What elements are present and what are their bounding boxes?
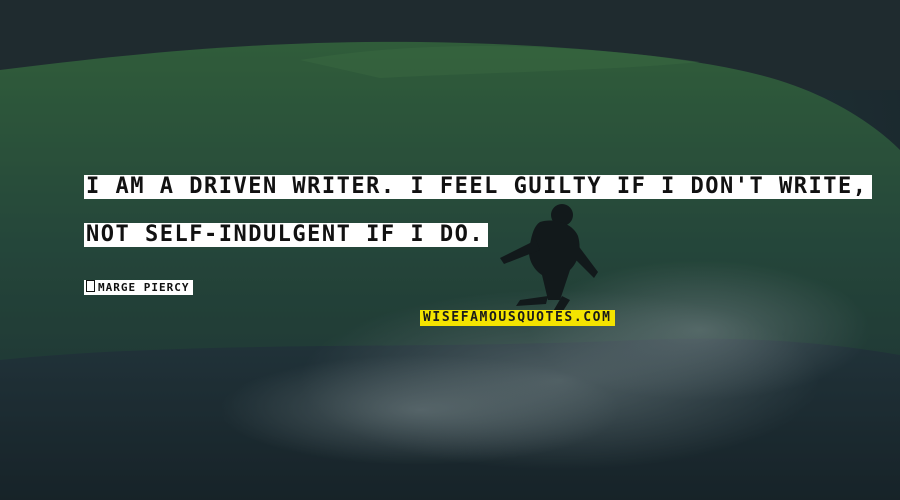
background-photo: I AM A DRIVEN WRITER. I FEEL GUILTY IF I… xyxy=(0,0,900,500)
quote-mark-icon xyxy=(86,280,95,292)
quote-line-2: NOT SELF-INDULGENT IF I DO. xyxy=(84,223,489,247)
author-name: MARGE PIERCY xyxy=(98,281,190,294)
author-label: MARGE PIERCY xyxy=(84,280,194,295)
quote-line-1: I AM A DRIVEN WRITER. I FEEL GUILTY IF I… xyxy=(84,175,872,199)
image-tint-overlay xyxy=(0,0,900,500)
site-watermark: WISEFAMOUSQUOTES.COM xyxy=(420,310,615,326)
